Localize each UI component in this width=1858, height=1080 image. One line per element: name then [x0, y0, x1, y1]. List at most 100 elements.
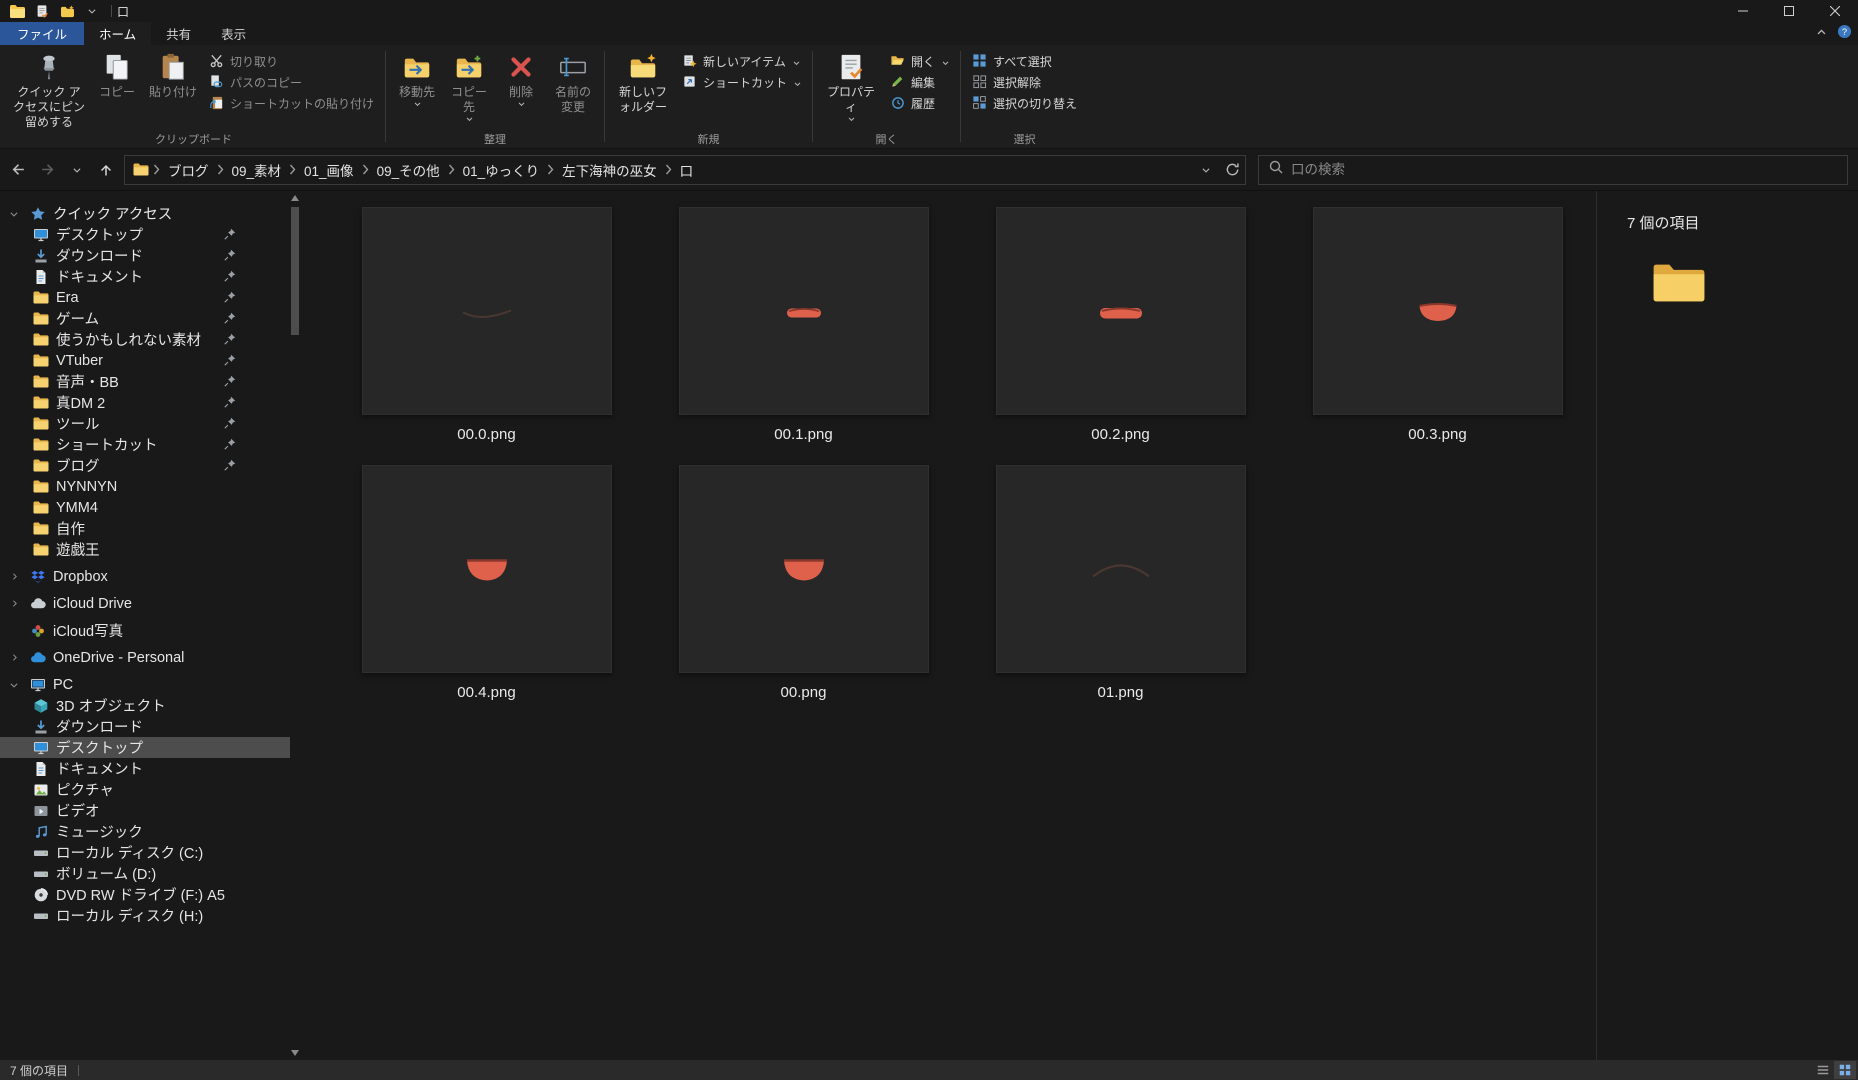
- sidebar-item-shortcuts[interactable]: ショートカット: [0, 434, 290, 455]
- file-thumbnail[interactable]: [995, 465, 1246, 673]
- copy-path-button[interactable]: パスのコピー: [203, 72, 380, 93]
- minimize-button[interactable]: [1720, 0, 1766, 22]
- scrollbar-thumb[interactable]: [291, 207, 299, 335]
- sidebar-item-maybe-materials[interactable]: 使うかもしれない素材: [0, 329, 290, 350]
- sidebar-item-dropbox[interactable]: Dropbox: [0, 566, 290, 587]
- sidebar-item-dvd-rw-f[interactable]: DVD RW ドライブ (F:) A5: [0, 884, 290, 905]
- sidebar-item-documents[interactable]: ドキュメント: [0, 758, 290, 779]
- chevron-down-icon[interactable]: [6, 209, 22, 219]
- search-input[interactable]: [1291, 162, 1838, 177]
- sidebar-item-quick-access[interactable]: クイック アクセス: [0, 203, 290, 224]
- new-item-button[interactable]: 新しいアイテム: [676, 51, 807, 72]
- sidebar-scrollbar[interactable]: [290, 191, 300, 1060]
- sidebar-item-volume-d[interactable]: ボリューム (D:): [0, 863, 290, 884]
- paste-shortcut-button[interactable]: ショートカットの貼り付け: [203, 93, 380, 114]
- breadcrumb-item[interactable]: 09_素材: [224, 156, 290, 184]
- sidebar-item-music[interactable]: ミュージック: [0, 821, 290, 842]
- properties-button[interactable]: プロパティ: [818, 47, 884, 131]
- chevron-down-icon[interactable]: [6, 680, 22, 690]
- sidebar-item-3d-objects[interactable]: 3D オブジェクト: [0, 695, 290, 716]
- invert-selection-button[interactable]: 選択の切り替え: [966, 93, 1083, 114]
- move-to-button[interactable]: 移動先: [391, 47, 443, 131]
- sidebar-item-tools[interactable]: ツール: [0, 413, 290, 434]
- cut-button[interactable]: 切り取り: [203, 51, 380, 72]
- sidebar-item-era[interactable]: Era: [0, 287, 290, 308]
- breadcrumb-item[interactable]: 01_ゆっくり: [455, 156, 548, 184]
- breadcrumb-item[interactable]: 口: [672, 156, 702, 184]
- sidebar-item-documents-pinned[interactable]: ドキュメント: [0, 266, 290, 287]
- qat-customize-chevron-icon[interactable]: [81, 1, 103, 21]
- qat-properties-button[interactable]: [31, 1, 53, 21]
- forward-button[interactable]: [33, 155, 62, 184]
- breadcrumb-item[interactable]: 09_その他: [369, 156, 448, 184]
- file-item[interactable]: 00.4.png: [328, 465, 645, 723]
- sidebar-item-videos[interactable]: ビデオ: [0, 800, 290, 821]
- view-large-icons-button[interactable]: [1834, 1061, 1856, 1079]
- sidebar-item-icloud-photos[interactable]: iCloud写真: [0, 620, 290, 641]
- scroll-down-icon[interactable]: [290, 1046, 300, 1060]
- sidebar-item-desktop-pinned[interactable]: デスクトップ: [0, 224, 290, 245]
- sidebar-item-downloads-pinned[interactable]: ダウンロード: [0, 245, 290, 266]
- view-details-button[interactable]: [1812, 1061, 1834, 1079]
- search-box[interactable]: [1258, 154, 1848, 185]
- sidebar-item-ymm4[interactable]: YMM4: [0, 497, 290, 518]
- sidebar-item-pc[interactable]: PC: [0, 674, 290, 695]
- sidebar-item-local-disk-h[interactable]: ローカル ディスク (H:): [0, 905, 290, 926]
- sidebar-item-jisaku[interactable]: 自作: [0, 518, 290, 539]
- breadcrumb-item[interactable]: 左下海神の巫女: [554, 156, 665, 184]
- qat-new-folder-button[interactable]: [56, 1, 78, 21]
- chevron-right-icon[interactable]: [6, 572, 22, 581]
- shortcut-button[interactable]: ショートカット: [676, 72, 807, 93]
- open-button[interactable]: 開く: [884, 51, 955, 72]
- chevron-right-icon[interactable]: [6, 599, 22, 608]
- file-thumbnail[interactable]: [995, 207, 1246, 415]
- tab-view[interactable]: 表示: [206, 22, 261, 45]
- address-dropdown-icon[interactable]: [1193, 156, 1219, 184]
- delete-button[interactable]: 削除: [495, 47, 547, 131]
- help-icon[interactable]: ?: [1837, 24, 1852, 44]
- file-thumbnail[interactable]: [678, 465, 929, 673]
- back-button[interactable]: [4, 155, 33, 184]
- file-item[interactable]: 00.0.png: [328, 207, 645, 465]
- new-folder-button[interactable]: 新しいフォルダー: [610, 47, 676, 131]
- up-button[interactable]: [91, 155, 120, 184]
- scroll-up-icon[interactable]: [290, 191, 300, 205]
- scrollbar-track[interactable]: [290, 205, 300, 1046]
- file-thumbnail[interactable]: [361, 465, 612, 673]
- sidebar-item-nynnyn[interactable]: NYNNYN: [0, 476, 290, 497]
- sidebar-item-shin-dm2[interactable]: 真DM 2: [0, 392, 290, 413]
- pin-to-quick-access-button[interactable]: クイック アクセスにピン留めする: [7, 47, 91, 131]
- paste-button[interactable]: 貼り付け: [143, 47, 203, 131]
- maximize-button[interactable]: [1766, 0, 1812, 22]
- refresh-icon[interactable]: [1219, 156, 1245, 184]
- tab-file[interactable]: ファイル: [0, 22, 85, 45]
- file-thumbnail[interactable]: [678, 207, 929, 415]
- file-item[interactable]: 00.2.png: [962, 207, 1279, 465]
- recent-locations-button[interactable]: [62, 155, 91, 184]
- edit-button[interactable]: 編集: [884, 72, 955, 93]
- sidebar-item-vtuber[interactable]: VTuber: [0, 350, 290, 371]
- copy-to-button[interactable]: コピー先: [443, 47, 495, 131]
- breadcrumb-item[interactable]: 01_画像: [296, 156, 362, 184]
- file-thumbnail[interactable]: [1312, 207, 1563, 415]
- sidebar-item-downloads[interactable]: ダウンロード: [0, 716, 290, 737]
- address-bar[interactable]: ブログ 09_素材 01_画像 09_その他 01_ゆっくり 左下海神の巫女口: [124, 154, 1246, 185]
- file-item[interactable]: 00.3.png: [1279, 207, 1596, 465]
- select-none-button[interactable]: 選択解除: [966, 72, 1083, 93]
- sidebar-item-yugioh[interactable]: 遊戯王: [0, 539, 290, 560]
- file-item[interactable]: 01.png: [962, 465, 1279, 723]
- sidebar-item-onsei-bb[interactable]: 音声・BB: [0, 371, 290, 392]
- file-thumbnail[interactable]: [361, 207, 612, 415]
- sidebar-item-onedrive[interactable]: OneDrive - Personal: [0, 647, 290, 668]
- sidebar-item-icloud-drive[interactable]: iCloud Drive: [0, 593, 290, 614]
- file-item[interactable]: 00.png: [645, 465, 962, 723]
- close-button[interactable]: [1812, 0, 1858, 22]
- rename-button[interactable]: 名前の変更: [547, 47, 599, 131]
- collapse-ribbon-icon[interactable]: [1816, 25, 1827, 43]
- history-button[interactable]: 履歴: [884, 93, 955, 114]
- tab-share[interactable]: 共有: [151, 22, 206, 45]
- copy-button[interactable]: コピー: [91, 47, 143, 131]
- select-all-button[interactable]: すべて選択: [966, 51, 1083, 72]
- breadcrumb-item[interactable]: ブログ: [160, 156, 217, 184]
- tab-home[interactable]: ホーム: [84, 22, 152, 45]
